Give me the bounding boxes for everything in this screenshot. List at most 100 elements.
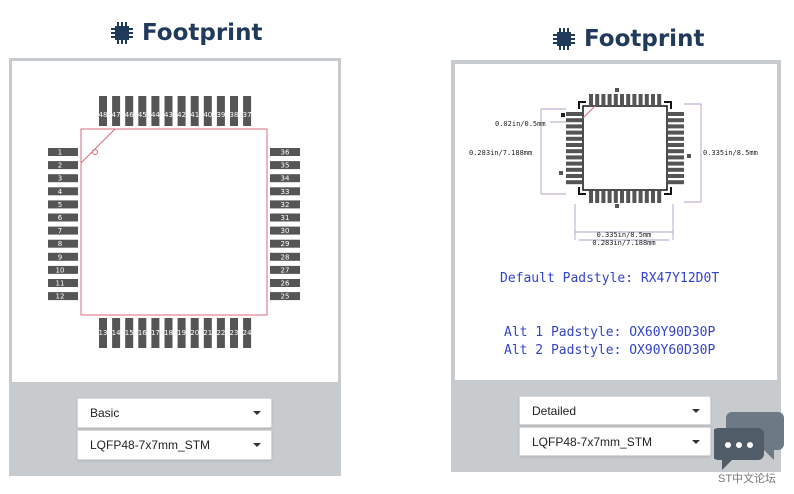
alt2-padstyle-text: Alt 2 Padstyle: OX90Y60D30P — [504, 343, 715, 358]
default-padstyle-text: Default Padstyle: RX47Y12D0T — [500, 271, 719, 286]
pad-left-12: 12 — [48, 292, 78, 301]
pad-left-9: 9 — [48, 252, 78, 261]
chat-label: ST中文论坛 — [718, 473, 777, 485]
pad-right-31: 31 — [270, 213, 300, 222]
pad-bottom — [638, 191, 643, 203]
pad-bottom-18: 18 — [164, 318, 173, 348]
pad — [48, 148, 78, 156]
fiducial-bottom — [615, 204, 619, 208]
pin-number: 45 — [138, 111, 147, 119]
pad-left-11: 11 — [48, 279, 78, 288]
pad-left-1: 1 — [48, 148, 78, 157]
pad-bottom — [589, 191, 593, 203]
dim-pitch-label: 0.02in/0.5mm — [495, 120, 546, 128]
pad-bottom-16: 16 — [138, 318, 147, 348]
pad — [48, 187, 78, 196]
pin1-bevel-line — [80, 128, 116, 164]
pad-top — [601, 94, 606, 106]
right-package-select[interactable]: LQFP48-7x7mm_STM — [519, 427, 711, 456]
pin1-marker — [92, 149, 98, 155]
pad-bottom-20: 20 — [190, 318, 199, 348]
package-outline — [80, 128, 268, 316]
pad-left-3: 3 — [48, 174, 78, 183]
pad-left-6: 6 — [48, 213, 78, 222]
pad-right-27: 27 — [270, 265, 300, 274]
right-view-select[interactable]: Detailed — [519, 396, 711, 425]
fiducial-left — [559, 171, 563, 175]
pad-right — [668, 167, 684, 172]
right-footprint-drawing: Default Padstyle: RX47Y12D0T Alt 1 Padst… — [469, 88, 758, 358]
pad-bottom-17: 17 — [151, 318, 160, 348]
right-title-text: Footprint — [584, 26, 705, 52]
pin-number: 27 — [281, 266, 290, 274]
pad — [48, 200, 78, 209]
chip-icon — [111, 22, 133, 44]
pad — [48, 161, 78, 170]
pad-bottom — [632, 191, 637, 203]
pad-bottom — [607, 191, 612, 203]
pad-top-45: 45 — [138, 96, 147, 126]
right-view-select-value: Detailed — [532, 403, 577, 418]
pad-top — [595, 94, 600, 106]
pad-top — [613, 94, 618, 106]
pin-number: 8 — [58, 240, 62, 248]
pad-left-2: 2 — [48, 161, 78, 170]
pad-top — [626, 94, 631, 106]
pad-right-33: 33 — [270, 187, 300, 196]
pad-bottom-14: 14 — [112, 318, 121, 348]
pin-number: 10 — [56, 266, 65, 274]
pin-number: 16 — [138, 329, 147, 337]
pad-top — [657, 94, 662, 106]
pad-right-28: 28 — [270, 252, 300, 261]
pad-left — [566, 118, 582, 123]
pad-bottom — [613, 191, 618, 203]
pad-right-35: 35 — [270, 161, 300, 170]
pad-top-41: 41 — [190, 96, 199, 126]
chip-icon — [553, 28, 575, 50]
pad-top — [651, 94, 655, 106]
pin-number: 38 — [230, 111, 239, 119]
pin-number: 6 — [58, 214, 63, 222]
left-package-select[interactable]: LQFP48-7x7mm_STM — [77, 430, 272, 460]
pad-bottom — [626, 191, 631, 203]
pin-number: 3 — [58, 175, 62, 183]
pad-bottom-23: 23 — [230, 318, 238, 348]
pin-number: 44 — [151, 111, 160, 119]
pin-number: 30 — [281, 227, 290, 235]
pin-number: 32 — [281, 201, 290, 209]
pin-number: 9 — [58, 253, 62, 261]
pad-bottom-24: 24 — [243, 318, 252, 348]
pad — [48, 239, 78, 248]
pad-right-30: 30 — [270, 226, 300, 235]
pad-top — [644, 94, 649, 106]
pad-top-39: 39 — [216, 96, 225, 126]
pad-top-43: 43 — [164, 96, 173, 126]
pad-left — [566, 124, 582, 129]
pad-top-48: 48 — [99, 96, 107, 126]
left-view-select[interactable]: Basic — [77, 398, 272, 428]
pad-left-7: 7 — [48, 226, 78, 235]
pad-left-5: 5 — [48, 200, 78, 209]
pin-number: 34 — [281, 175, 290, 183]
pin-number: 35 — [281, 162, 290, 170]
pad-left — [566, 180, 582, 185]
pin-number: 17 — [151, 329, 160, 337]
pin-number: 22 — [216, 329, 225, 337]
pad-bottom — [651, 191, 655, 203]
pin-number: 28 — [281, 253, 290, 261]
pad-right-25: 25 — [270, 292, 300, 301]
pin-number: 13 — [99, 329, 108, 337]
pin-number: 2 — [58, 162, 62, 170]
pin-number: 31 — [281, 214, 290, 222]
pin-number: 7 — [58, 227, 62, 235]
pad-right-32: 32 — [270, 200, 300, 209]
pin-number: 18 — [164, 329, 173, 337]
pad-bottom — [595, 191, 600, 203]
pad — [48, 252, 78, 261]
dim-bottom-inner-label: 0.335in/8.5mm — [597, 231, 652, 239]
pad-right — [668, 180, 684, 185]
pad-top-46: 46 — [125, 96, 134, 126]
pad-bottom-19: 19 — [177, 318, 186, 348]
pad — [48, 174, 78, 183]
left-footprint-title: Footprint — [110, 20, 262, 46]
